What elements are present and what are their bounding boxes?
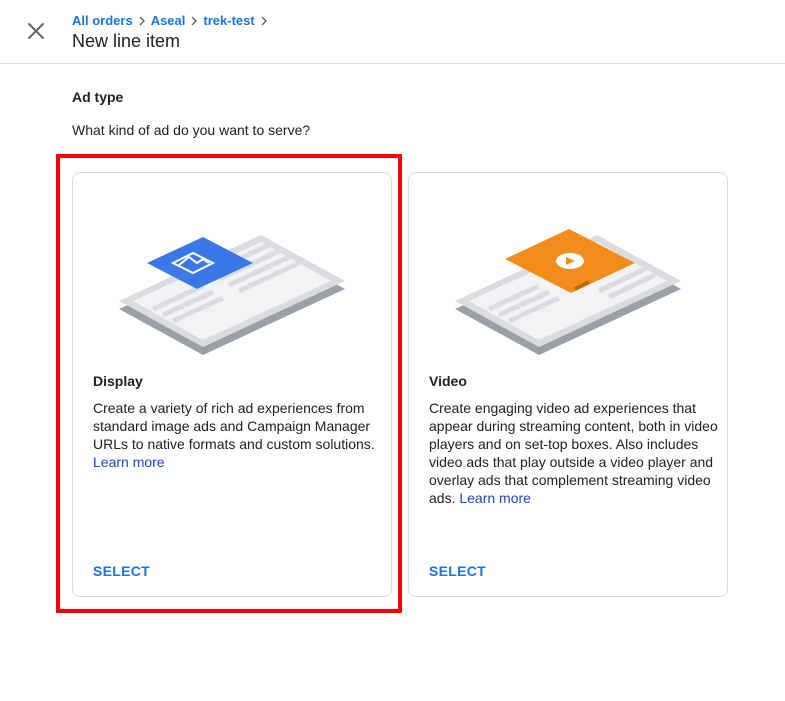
page-header: All orders Aseal trek-test New line item: [0, 0, 785, 64]
video-ad-illustration: [455, 229, 681, 355]
breadcrumb-all-orders[interactable]: All orders: [72, 13, 133, 29]
display-ad-illustration: [119, 235, 345, 355]
close-button[interactable]: [22, 17, 50, 45]
card-title-video: Video: [429, 373, 467, 389]
learn-more-link[interactable]: Learn more: [459, 490, 531, 506]
learn-more-link[interactable]: Learn more: [93, 454, 165, 470]
display-ad-type-card[interactable]: Display Create a variety of rich ad expe…: [72, 172, 392, 597]
breadcrumb-advertiser[interactable]: Aseal: [151, 13, 186, 29]
card-description-display: Create a variety of rich ad experiences …: [93, 399, 383, 471]
close-icon: [28, 23, 44, 39]
chevron-right-icon: [261, 16, 267, 26]
page-title: New line item: [72, 31, 181, 51]
breadcrumb: All orders Aseal trek-test: [72, 13, 273, 29]
card-title-display: Display: [93, 373, 143, 389]
chevron-right-icon: [191, 16, 198, 26]
chevron-right-icon: [139, 16, 145, 26]
breadcrumb-insertion-order[interactable]: trek-test: [203, 13, 254, 29]
description-text: Create a variety of rich ad experiences …: [93, 400, 375, 452]
select-display-button[interactable]: SELECT: [93, 563, 150, 579]
video-ad-type-card[interactable]: Video Create engaging video ad experienc…: [408, 172, 728, 597]
select-video-button[interactable]: SELECT: [429, 563, 486, 579]
card-description-video: Create engaging video ad experiences tha…: [429, 399, 719, 507]
section-title: Ad type: [72, 89, 124, 105]
section-question: What kind of ad do you want to serve?: [72, 122, 311, 138]
